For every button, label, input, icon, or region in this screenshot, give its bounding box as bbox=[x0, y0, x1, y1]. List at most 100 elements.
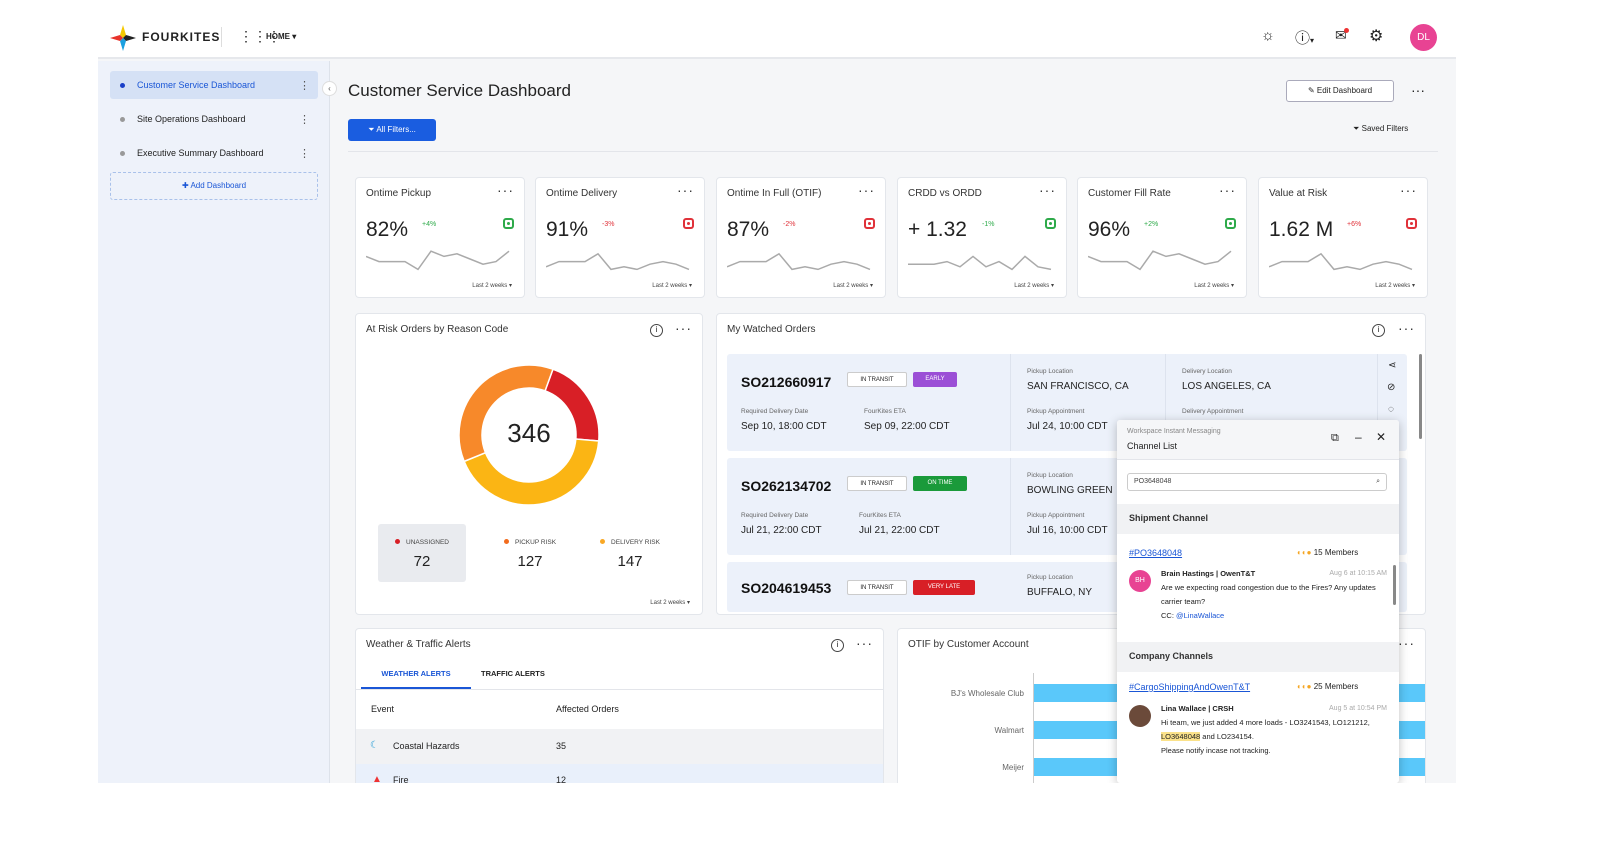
fourkites-logo-icon bbox=[110, 25, 136, 51]
stat-label-text: UNASSIGNED bbox=[406, 539, 449, 546]
sparkline bbox=[546, 252, 690, 271]
more-options-icon[interactable]: ··· bbox=[677, 182, 694, 198]
company-channel-link[interactable]: #CargoShippingAndOwenT&T bbox=[1129, 682, 1250, 692]
table-row[interactable]: ▲ Fire 12 bbox=[356, 764, 883, 783]
kpi-title: Value at Risk bbox=[1269, 188, 1328, 199]
avatar[interactable]: DL bbox=[1410, 24, 1437, 51]
stat-delivery-risk[interactable]: DELIVERY RISK 147 bbox=[586, 524, 674, 582]
lightbulb-icon[interactable]: ☼ bbox=[1261, 27, 1275, 44]
kpi-delta: +4% bbox=[422, 221, 437, 228]
message-text: Hi team, we just added 4 more loads - LO… bbox=[1161, 716, 1387, 744]
kpi-card[interactable]: Ontime Pickup ··· 82% +4% Last 2 weeks ▾ bbox=[355, 177, 525, 298]
sparkline bbox=[908, 255, 1052, 271]
period-selector[interactable]: Last 2 weeks ▾ bbox=[652, 282, 692, 289]
kpi-card[interactable]: Customer Fill Rate ··· 96% +2% Last 2 we… bbox=[1077, 177, 1247, 298]
order-id[interactable]: SO262134702 bbox=[741, 478, 831, 494]
more-options-icon[interactable]: ··· bbox=[1398, 635, 1415, 651]
panel-title: Channel List bbox=[1127, 441, 1178, 451]
sidebar-item-site-operations[interactable]: Site Operations Dashboard ⋮ bbox=[110, 105, 318, 133]
message: Lina Wallace | CRSH Aug 5 at 10:54 PM Hi … bbox=[1161, 702, 1387, 758]
mention-link[interactable]: @LinaWallace bbox=[1176, 611, 1224, 620]
channel-search-input[interactable]: PO3648048 ⌕ bbox=[1127, 473, 1387, 491]
shipment-channel-link[interactable]: #PO3648048 bbox=[1129, 548, 1182, 558]
stat-value: 72 bbox=[413, 553, 431, 570]
saved-filters-label: Saved Filters bbox=[1361, 124, 1409, 133]
sparkline bbox=[1088, 250, 1232, 271]
kpi-delta: -2% bbox=[783, 221, 796, 228]
info-icon[interactable]: i bbox=[1372, 324, 1385, 337]
affected-orders: 35 bbox=[556, 741, 567, 751]
search-icon[interactable]: ⌕ bbox=[1376, 474, 1380, 490]
period-selector[interactable]: Last 2 weeks ▾ bbox=[1014, 282, 1054, 289]
kebab-menu-icon[interactable]: ⋮ bbox=[299, 113, 310, 126]
category-label: BJ's Wholesale Club bbox=[950, 689, 1024, 698]
order-id[interactable]: SO204619453 bbox=[741, 580, 831, 596]
cc-label: CC: bbox=[1161, 611, 1174, 620]
info-icon[interactable]: i bbox=[650, 324, 663, 337]
kpi-title: Ontime Pickup bbox=[366, 188, 432, 199]
more-options-icon[interactable]: ··· bbox=[497, 182, 514, 198]
more-options-icon[interactable]: ··· bbox=[1400, 182, 1417, 198]
home-nav-label: HOME bbox=[266, 32, 290, 41]
app-name: Workspace Instant Messaging bbox=[1127, 428, 1221, 435]
order-id[interactable]: SO212660917 bbox=[741, 374, 831, 390]
home-nav[interactable]: HOME ▾ bbox=[266, 32, 296, 41]
share-icon[interactable]: ⋖ bbox=[1388, 360, 1396, 371]
info-icon[interactable]: i bbox=[831, 639, 844, 652]
kebab-menu-icon[interactable]: ⋮ bbox=[299, 79, 310, 92]
member-count[interactable]: ◐◐● 15 Members bbox=[1297, 548, 1358, 557]
field-label: Pickup Location bbox=[1027, 368, 1073, 375]
period-selector[interactable]: Last 2 weeks ▾ bbox=[833, 282, 873, 289]
saved-filters-button[interactable]: ⏷ Saved Filters bbox=[1353, 124, 1408, 134]
tab-traffic-alerts[interactable]: TRAFFIC ALERTS bbox=[481, 663, 545, 685]
affected-orders: 12 bbox=[556, 775, 567, 783]
more-options-icon[interactable]: ··· bbox=[1219, 182, 1236, 198]
scrollbar[interactable] bbox=[1393, 565, 1396, 605]
top-header: FOURKITES ⋮⋮⋮ HOME ▾ ☼ ⓘ▾ ✉ ⚙ DL bbox=[98, 15, 1456, 59]
settings-icon[interactable]: ⚙ bbox=[1369, 26, 1383, 46]
edit-dashboard-button[interactable]: ✎ Edit Dashboard bbox=[1286, 80, 1394, 102]
scrollbar[interactable] bbox=[1419, 354, 1422, 439]
messaging-panel: Workspace Instant Messaging Channel List… bbox=[1117, 420, 1399, 783]
target-bad-icon bbox=[864, 218, 875, 229]
stat-pickup-risk[interactable]: PICKUP RISK 127 bbox=[486, 524, 574, 582]
more-options-icon[interactable]: ··· bbox=[1398, 320, 1415, 336]
popout-icon[interactable]: ⧉ bbox=[1331, 432, 1339, 445]
all-filters-button[interactable]: ⏷ All Filters... bbox=[348, 119, 436, 141]
page-more-icon[interactable]: ··· bbox=[1411, 82, 1425, 98]
pickup-appointment: Jul 24, 10:00 CDT bbox=[1027, 421, 1108, 432]
member-count[interactable]: ◐◐● 25 Members bbox=[1297, 682, 1358, 691]
more-options-icon[interactable]: ··· bbox=[858, 182, 875, 198]
table-row[interactable]: ☾ Coastal Hazards 35 bbox=[356, 729, 883, 764]
kpi-value: 1.62 M bbox=[1269, 218, 1334, 241]
more-options-icon[interactable]: ··· bbox=[1039, 182, 1056, 198]
sidebar-item-customer-service[interactable]: Customer Service Dashboard ⋮ bbox=[110, 71, 318, 99]
period-selector[interactable]: Last 2 weeks ▾ bbox=[650, 599, 690, 606]
stat-unassigned[interactable]: UNASSIGNED 72 bbox=[378, 524, 466, 582]
sidebar-item-executive-summary[interactable]: Executive Summary Dashboard ⋮ bbox=[110, 139, 318, 167]
tab-weather-alerts[interactable]: WEATHER ALERTS bbox=[361, 663, 471, 689]
period-selector[interactable]: Last 2 weeks ▾ bbox=[1375, 282, 1415, 289]
kpi-card[interactable]: CRDD vs ORDD ··· + 1.32 -1% Last 2 weeks… bbox=[897, 177, 1067, 298]
close-icon[interactable]: ✕ bbox=[1376, 430, 1386, 444]
card-title: Weather & Traffic Alerts bbox=[366, 639, 471, 650]
period-selector[interactable]: Last 2 weeks ▾ bbox=[1194, 282, 1234, 289]
more-options-icon[interactable]: ··· bbox=[856, 635, 873, 651]
notifications-icon[interactable]: ✉ bbox=[1335, 27, 1349, 44]
stat-label: UNASSIGNED bbox=[378, 539, 466, 546]
collapse-sidebar-button[interactable]: ‹ bbox=[322, 81, 337, 96]
help-icon[interactable]: ⓘ▾ bbox=[1295, 27, 1314, 48]
unwatch-icon[interactable]: ⊘ bbox=[1387, 382, 1395, 393]
add-dashboard-button[interactable]: ✚ Add Dashboard bbox=[110, 172, 318, 200]
minimize-icon[interactable]: – bbox=[1355, 430, 1362, 444]
kpi-title: CRDD vs ORDD bbox=[908, 188, 982, 199]
required-delivery-date: Jul 21, 22:00 CDT bbox=[741, 525, 822, 536]
message-time: Aug 5 at 10:54 PM bbox=[1329, 705, 1387, 712]
more-options-icon[interactable]: ··· bbox=[675, 320, 692, 336]
kpi-card[interactable]: Ontime In Full (OTIF) ··· 87% -2% Last 2… bbox=[716, 177, 886, 298]
period-selector[interactable]: Last 2 weeks ▾ bbox=[472, 282, 512, 289]
kpi-card[interactable]: Ontime Delivery ··· 91% -3% Last 2 weeks… bbox=[535, 177, 705, 298]
kpi-card[interactable]: Value at Risk ··· 1.62 M +6% Last 2 week… bbox=[1258, 177, 1428, 298]
kebab-menu-icon[interactable]: ⋮ bbox=[299, 147, 310, 160]
chat-icon[interactable]: ◌ bbox=[1388, 404, 1394, 415]
